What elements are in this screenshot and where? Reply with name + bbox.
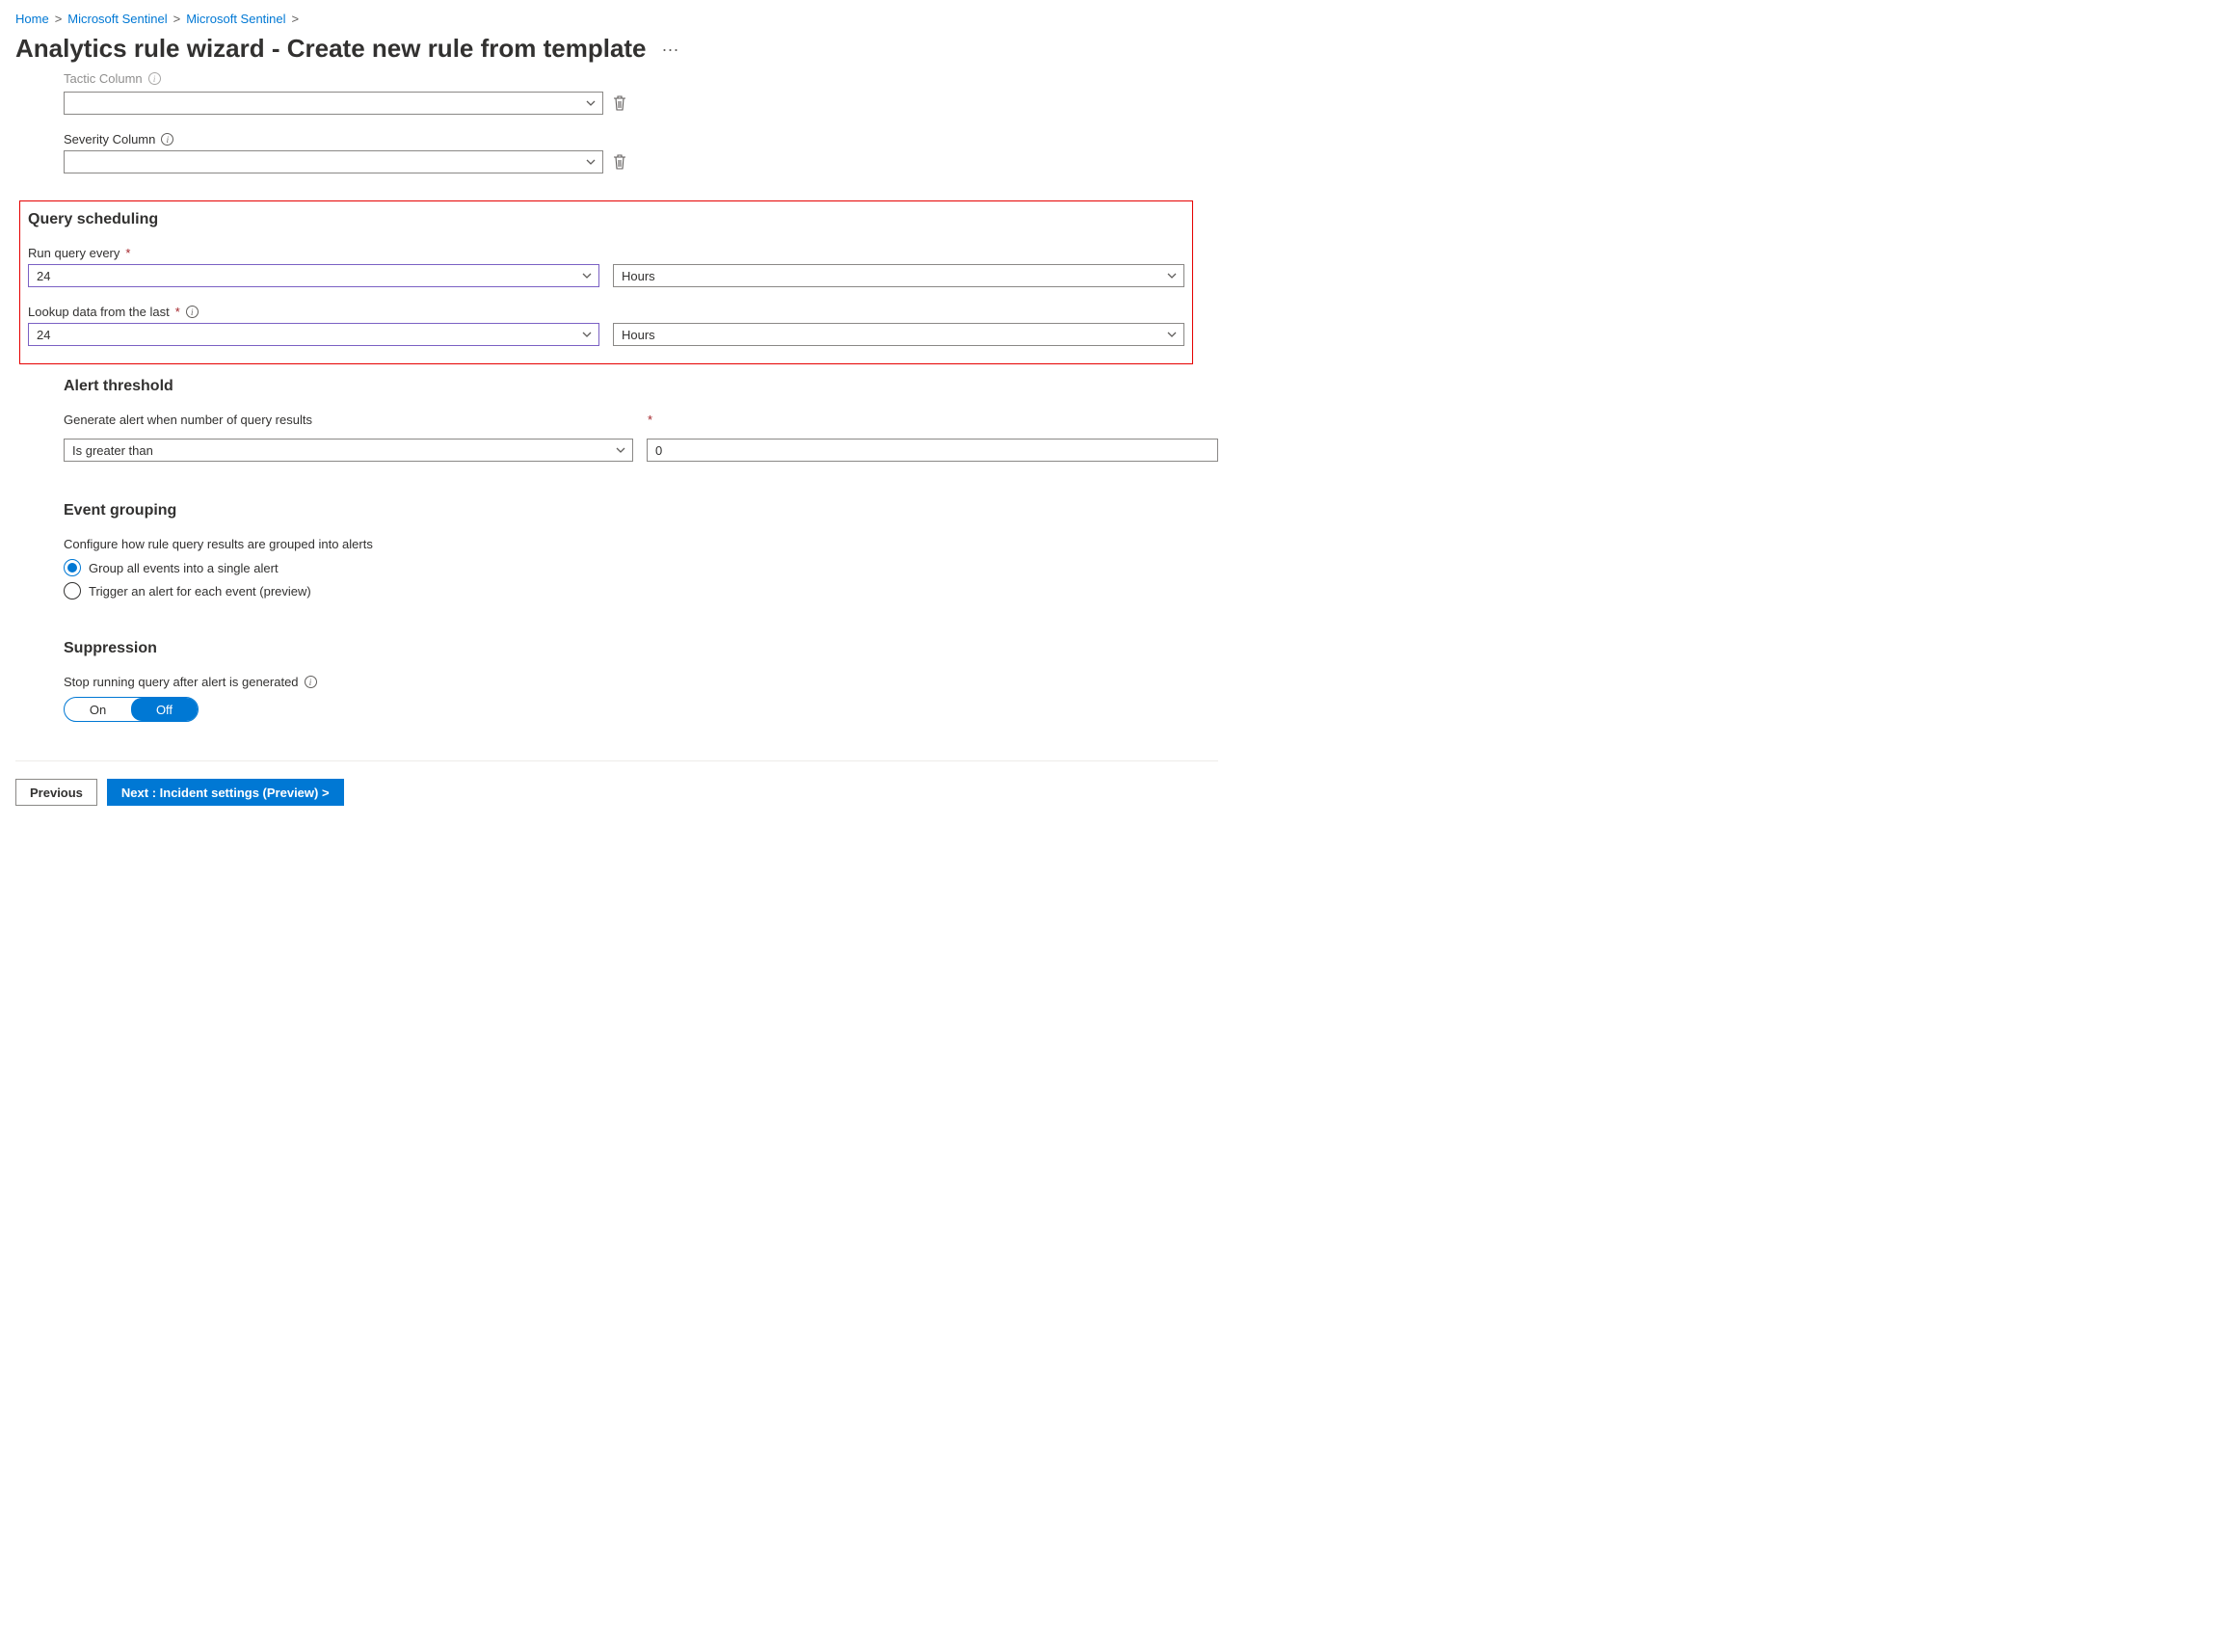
run-query-unit: Hours: [622, 269, 655, 283]
required-asterisk: *: [125, 246, 130, 260]
lookup-data-label: Lookup data from the last: [28, 305, 170, 319]
radio-icon: [64, 559, 81, 576]
info-icon[interactable]: i: [148, 72, 161, 85]
more-actions-icon[interactable]: ···: [662, 40, 679, 58]
chevron-right-icon: >: [173, 12, 181, 26]
breadcrumb-sentinel-1[interactable]: Microsoft Sentinel: [67, 12, 167, 26]
chevron-right-icon: >: [292, 12, 300, 26]
required-asterisk: *: [648, 413, 652, 427]
chevron-down-icon: [1166, 329, 1178, 340]
chevron-down-icon: [581, 329, 593, 340]
toggle-on-label: On: [65, 698, 131, 721]
run-query-value: 24: [37, 269, 50, 283]
severity-column-label: Severity Column: [64, 132, 155, 147]
chevron-right-icon: >: [55, 12, 63, 26]
breadcrumb-home[interactable]: Home: [15, 12, 49, 26]
tactic-column-select[interactable]: [64, 92, 603, 115]
chevron-down-icon: [615, 444, 626, 456]
lookup-unit: Hours: [622, 328, 655, 342]
run-query-unit-select[interactable]: Hours: [613, 264, 1184, 287]
chevron-down-icon: [1166, 270, 1178, 281]
info-icon[interactable]: i: [305, 676, 317, 688]
toggle-off-label: Off: [131, 698, 198, 721]
threshold-value: 0: [655, 443, 662, 458]
radio-group-all-events[interactable]: Group all events into a single alert: [64, 559, 1218, 576]
info-icon[interactable]: i: [186, 306, 199, 318]
threshold-value-input[interactable]: 0: [647, 439, 1218, 462]
lookup-value: 24: [37, 328, 50, 342]
required-asterisk: *: [175, 305, 180, 319]
query-scheduling-section: Query scheduling Run query every * 24 Ho…: [19, 200, 1193, 364]
radio-label: Group all events into a single alert: [89, 561, 279, 575]
alert-threshold-heading: Alert threshold: [64, 378, 1218, 395]
lookup-value-select[interactable]: 24: [28, 323, 599, 346]
breadcrumb-sentinel-2[interactable]: Microsoft Sentinel: [186, 12, 285, 26]
run-query-value-select[interactable]: 24: [28, 264, 599, 287]
run-query-every-label: Run query every: [28, 246, 120, 260]
tactic-column-label: Tactic Column: [64, 71, 143, 86]
page-title: Analytics rule wizard - Create new rule …: [15, 34, 647, 64]
radio-label: Trigger an alert for each event (preview…: [89, 584, 311, 599]
event-grouping-heading: Event grouping: [64, 502, 1218, 520]
chevron-down-icon: [585, 97, 597, 109]
threshold-operator-select[interactable]: Is greater than: [64, 439, 633, 462]
suppression-heading: Suppression: [64, 640, 1218, 657]
event-grouping-desc: Configure how rule query results are gro…: [64, 537, 1218, 551]
threshold-operator: Is greater than: [72, 443, 153, 458]
alert-threshold-desc: Generate alert when number of query resu…: [64, 413, 634, 427]
info-icon[interactable]: i: [161, 133, 173, 146]
next-button[interactable]: Next : Incident settings (Preview) >: [107, 779, 344, 806]
trash-icon[interactable]: [613, 154, 626, 170]
suppression-desc: Stop running query after alert is genera…: [64, 675, 299, 689]
chevron-down-icon: [581, 270, 593, 281]
previous-button[interactable]: Previous: [15, 779, 97, 806]
lookup-unit-select[interactable]: Hours: [613, 323, 1184, 346]
wizard-footer: Previous Next : Incident settings (Previ…: [15, 760, 1218, 823]
trash-icon[interactable]: [613, 95, 626, 111]
severity-column-select[interactable]: [64, 150, 603, 173]
chevron-down-icon: [585, 156, 597, 168]
radio-trigger-each-event[interactable]: Trigger an alert for each event (preview…: [64, 582, 1218, 600]
radio-icon: [64, 582, 81, 600]
breadcrumb: Home > Microsoft Sentinel > Microsoft Se…: [15, 12, 1218, 26]
query-scheduling-heading: Query scheduling: [28, 211, 1184, 228]
suppression-toggle[interactable]: On Off: [64, 697, 199, 722]
